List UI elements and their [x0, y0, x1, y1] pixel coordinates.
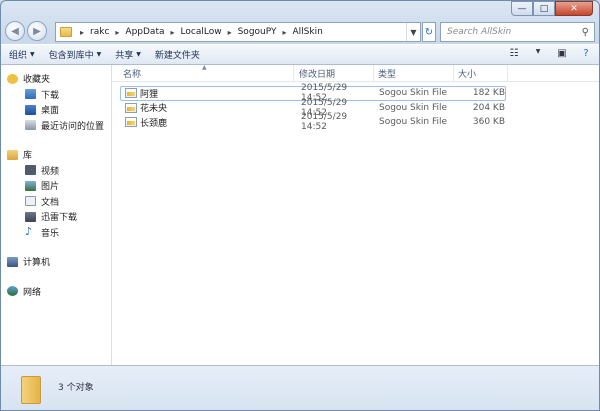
picture-icon: [25, 180, 36, 191]
network-icon: [7, 286, 18, 297]
download-icon: [25, 89, 36, 100]
organize-button[interactable]: 组织 ▼: [9, 48, 35, 61]
search-input[interactable]: Search AllSkin ⚲: [440, 22, 595, 42]
skin-file-icon: [125, 88, 137, 99]
sidebar-item-downloads[interactable]: 下载: [1, 87, 111, 103]
file-row[interactable]: 长颈鹿 2015/5/29 14:52 Sogou Skin File 360 …: [120, 112, 506, 132]
music-icon: ♪: [25, 225, 33, 239]
column-header-type[interactable]: 类型: [374, 65, 454, 81]
sidebar-item-xunlei-downloads[interactable]: 迅雷下载: [1, 209, 111, 225]
breadcrumb-locallow[interactable]: LocalLow: [181, 27, 222, 37]
sidebar-item-recent-places[interactable]: 最近访问的位置: [1, 118, 111, 134]
folder-icon: [25, 211, 36, 222]
back-button[interactable]: ◀: [5, 21, 25, 41]
new-folder-button[interactable]: 新建文件夹: [155, 48, 200, 61]
forward-button[interactable]: ▶: [27, 21, 47, 41]
help-icon[interactable]: ?: [579, 48, 593, 60]
preview-pane-icon[interactable]: ▣: [555, 48, 569, 60]
minimize-button[interactable]: —: [511, 1, 533, 16]
folder-icon: [60, 27, 72, 37]
maximize-button[interactable]: □: [533, 1, 555, 16]
explorer-window: — □ ✕ ◀ ▶ ▸ rakc ▸ AppData ▸ LocalLow ▸ …: [0, 0, 600, 411]
sidebar-item-music[interactable]: ♪ 音乐: [1, 225, 111, 241]
share-button[interactable]: 共享 ▼: [115, 48, 141, 61]
include-in-library-button[interactable]: 包含到库中 ▼: [49, 48, 102, 61]
search-icon[interactable]: ⚲: [582, 27, 589, 38]
chevron-down-icon: ▼: [30, 51, 35, 58]
breadcrumb: ▸ rakc ▸ AppData ▸ LocalLow ▸ SogouPY ▸ …: [80, 27, 323, 37]
file-list: ▲ 名称 修改日期 类型 大小 阿狸 2015/5/29 14:52 Sogou…: [112, 64, 599, 365]
skin-file-icon: [125, 102, 137, 113]
chevron-down-icon: ▼: [136, 51, 141, 58]
navigation-bar: ◀ ▶ ▸ rakc ▸ AppData ▸ LocalLow ▸ SogouP…: [5, 21, 599, 43]
address-bar[interactable]: ▸ rakc ▸ AppData ▸ LocalLow ▸ SogouPY ▸ …: [55, 22, 421, 42]
item-count: 3 个对象: [58, 383, 94, 393]
search-placeholder: Search AllSkin: [447, 27, 512, 37]
library-icon: [7, 149, 18, 160]
sidebar-item-libraries[interactable]: 库: [1, 147, 111, 163]
chevron-down-icon[interactable]: ▼: [531, 48, 545, 60]
view-icon[interactable]: ☷: [507, 48, 521, 60]
chevron-down-icon[interactable]: ▼: [406, 23, 420, 41]
column-header-date[interactable]: 修改日期: [294, 65, 374, 81]
sidebar-item-desktop[interactable]: 桌面: [1, 102, 111, 118]
command-bar: 组织 ▼ 包含到库中 ▼ 共享 ▼ 新建文件夹 ☷ ▼ ▣ ?: [1, 44, 599, 65]
sidebar-item-videos[interactable]: 视频: [1, 163, 111, 179]
chevron-down-icon: ▼: [96, 51, 102, 58]
breadcrumb-appdata[interactable]: AppData: [125, 27, 164, 37]
refresh-icon[interactable]: ↻: [422, 22, 436, 42]
breadcrumb-allskin[interactable]: AllSkin: [292, 27, 322, 37]
recent-places-icon: [25, 120, 36, 131]
computer-icon: [7, 256, 18, 267]
star-icon: [7, 73, 18, 84]
caption-buttons: — □ ✕: [511, 1, 593, 16]
sidebar-item-network[interactable]: 网络: [1, 284, 111, 300]
column-headers: ▲ 名称 修改日期 类型 大小: [112, 64, 599, 82]
video-icon: [25, 165, 36, 176]
sidebar-item-documents[interactable]: 文档: [1, 194, 111, 210]
sidebar-item-pictures[interactable]: 图片: [1, 178, 111, 194]
navigation-pane: 收藏夹 下载 桌面 最近访问的位置 库 视频 图片 文档 迅雷下载 ♪ 音乐 计…: [1, 65, 112, 365]
details-pane: 3 个对象: [1, 365, 599, 410]
sort-ascending-icon: ▲: [202, 64, 207, 71]
column-header-size[interactable]: 大小: [454, 65, 508, 81]
view-controls: ☷ ▼ ▣ ?: [507, 48, 593, 60]
sidebar-item-favorites[interactable]: 收藏夹: [1, 71, 111, 87]
skin-file-icon: [125, 117, 137, 128]
breadcrumb-sogoupy[interactable]: SogouPY: [238, 27, 277, 37]
sidebar-item-computer[interactable]: 计算机: [1, 254, 111, 270]
document-icon: [25, 196, 36, 207]
breadcrumb-rakc[interactable]: rakc: [90, 27, 109, 37]
close-button[interactable]: ✕: [555, 1, 593, 16]
folder-icon: [21, 376, 41, 404]
desktop-icon: [25, 104, 36, 115]
